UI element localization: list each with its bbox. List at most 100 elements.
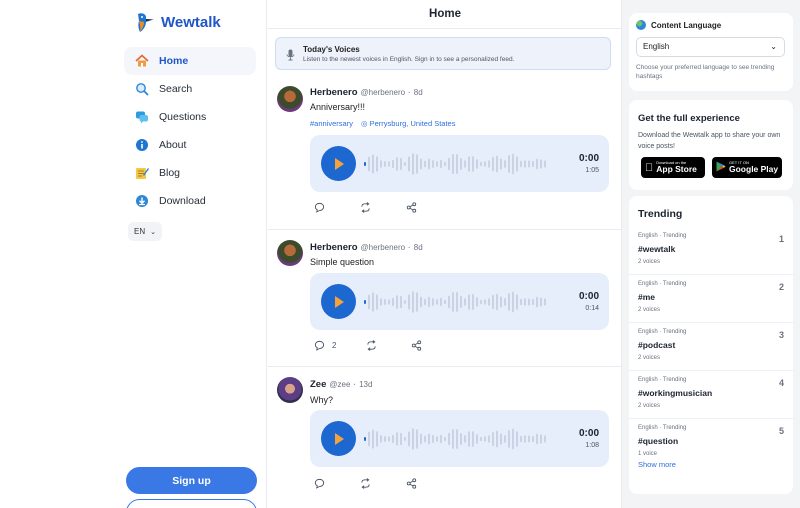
waveform-bar [372, 292, 374, 312]
waveform-bar [540, 297, 542, 307]
repost-button[interactable] [360, 478, 371, 489]
trending-item[interactable]: English · Trending #workingmusician 2 vo… [629, 371, 793, 419]
repost-button[interactable] [366, 340, 377, 351]
waveform-bar [408, 156, 410, 172]
waveform-bar [484, 299, 486, 305]
play-icon [335, 432, 344, 445]
avatar[interactable] [277, 240, 303, 266]
waveform-bar [408, 294, 410, 310]
trending-rank: 1 [778, 234, 784, 244]
left-gutter [0, 0, 112, 508]
waveform[interactable] [364, 424, 550, 454]
blog-icon [134, 165, 150, 181]
secondary-button[interactable] [126, 499, 257, 508]
content-language-select[interactable]: English ⌄ [636, 37, 785, 57]
waveform-bar [476, 434, 478, 444]
waveform-bar [536, 158, 538, 170]
comment-button[interactable]: 2 [314, 340, 336, 351]
waveform-bar [376, 431, 378, 447]
waveform-bar [420, 158, 422, 170]
post-actions: 2 [310, 340, 510, 354]
download-icon [134, 193, 150, 209]
sidebar-item-label: Questions [159, 111, 207, 123]
location-link[interactable]: ◎ Perrysburg, United States [361, 119, 456, 128]
sidebar-item-questions[interactable]: Questions [124, 103, 256, 131]
waveform-bar [544, 435, 546, 443]
waveform-bar [388, 436, 390, 442]
play-button[interactable] [321, 421, 356, 456]
waveform-bar [396, 157, 398, 171]
waveform-bar [512, 153, 514, 175]
waveform-bar [476, 159, 478, 169]
waveform[interactable] [364, 287, 550, 317]
waveform-bar [504, 298, 506, 306]
sidebar-item-download[interactable]: Download [124, 187, 256, 215]
sidebar-item-blog[interactable]: Blog [124, 159, 256, 187]
waveform-bar [464, 435, 466, 443]
post-author[interactable]: Herbenero @herbenero · 8d [310, 87, 423, 98]
content-language-card: Content Language English ⌄ Choose your p… [629, 13, 793, 91]
brand[interactable]: Wewtalk [132, 10, 221, 34]
play-button[interactable] [321, 146, 356, 181]
google-play-button[interactable]: GET IT ON Google Play [712, 157, 782, 178]
share-button[interactable] [406, 202, 417, 213]
waveform-bar [448, 295, 450, 309]
repost-icon [361, 478, 370, 489]
play-button[interactable] [321, 284, 356, 319]
trending-count: 2 voices [638, 403, 661, 409]
sidebar-item-label: About [159, 139, 187, 151]
trending-hashtag: #podcast [638, 340, 676, 350]
waveform-bar [500, 158, 502, 170]
repost-button[interactable] [360, 202, 371, 213]
language-select[interactable]: EN ⌄ [128, 222, 162, 241]
waveform-bar [516, 156, 518, 172]
main-feed: Home Today's Voices Listen to the newest… [268, 0, 622, 508]
waveform-bar [420, 433, 422, 445]
trending-rank: 2 [778, 282, 784, 292]
waveform-bar [540, 159, 542, 169]
signup-button[interactable]: Sign up [126, 467, 257, 494]
post-author[interactable]: Herbenero @herbenero · 8d [310, 242, 423, 253]
waveform-bar [440, 159, 442, 169]
share-button[interactable] [406, 478, 417, 489]
waveform-bar [392, 159, 394, 169]
waveform-bar [508, 430, 510, 448]
audio-player: 0:00 1:08 [310, 410, 609, 467]
author-handle: @herbenero [360, 243, 406, 252]
waveform-bar [468, 431, 470, 447]
avatar[interactable] [277, 86, 303, 112]
show-more-link[interactable]: Show more [638, 460, 676, 469]
sidebar-item-home[interactable]: Home [124, 47, 256, 75]
sidebar-item-label: Home [159, 55, 189, 67]
waveform-bar [532, 160, 534, 168]
get-app-card: Get the full experience Download the Wew… [629, 100, 793, 190]
search-icon [134, 81, 150, 97]
waveform-bar [440, 434, 442, 444]
sidebar-item-about[interactable]: About [124, 131, 256, 159]
hashtag-link[interactable]: #anniversary [310, 119, 353, 128]
trending-item[interactable]: English · Trending #wewtalk 2 voices 1 [629, 227, 793, 275]
playhead [364, 300, 366, 304]
trending-item[interactable]: English · Trending #me 2 voices 2 [629, 275, 793, 323]
waveform-bar [496, 430, 498, 448]
waveform-bar [380, 298, 382, 306]
post-author[interactable]: Zee @zee · 13d [310, 379, 372, 390]
waveform-bar [532, 298, 534, 306]
avatar[interactable] [277, 377, 303, 403]
app-store-button[interactable]:  Download on theApp Store [641, 157, 705, 178]
waveform[interactable] [364, 149, 550, 179]
waveform-bar [544, 298, 546, 306]
comment-button[interactable] [314, 478, 329, 489]
waveform-bar [436, 299, 438, 305]
comment-button[interactable] [314, 202, 329, 213]
trending-item[interactable]: English · Trending #podcast 2 voices 3 [629, 323, 793, 371]
comment-icon [314, 202, 325, 213]
share-button[interactable] [411, 340, 422, 351]
separator-dot: · [408, 88, 411, 97]
sidebar-item-search[interactable]: Search [124, 75, 256, 103]
waveform-bar [520, 298, 522, 306]
trending-rank: 4 [778, 378, 784, 388]
waveform-bar [444, 161, 446, 167]
waveform-bar [368, 431, 370, 447]
language-select-value: EN [134, 227, 146, 236]
